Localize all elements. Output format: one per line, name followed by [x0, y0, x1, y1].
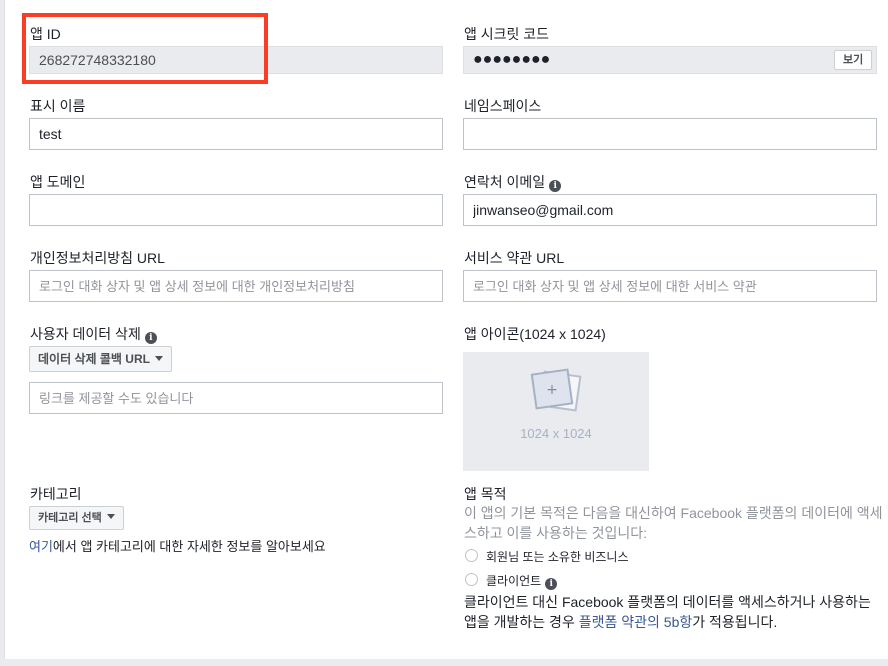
app-settings-panel: 앱 ID 268272748332180 앱 시크릿 코드 ●●●●●●●● 보… [4, 0, 888, 659]
info-icon[interactable]: i [545, 578, 558, 590]
app-secret-field: ●●●●●●●● [463, 46, 877, 74]
category-label: 카테고리 [30, 486, 82, 502]
app-icon-upload[interactable]: + 1024 x 1024 [463, 352, 649, 471]
contact-email-input[interactable] [463, 194, 877, 226]
namespace-input[interactable] [463, 118, 877, 150]
contact-email-label-text: 연락처 이메일 [464, 174, 546, 190]
app-icon-size-text: 1024 x 1024 [520, 426, 592, 441]
purpose-option-own-radio[interactable] [465, 549, 478, 562]
category-help: 여기에서 앱 카테고리에 대한 자세한 정보를 알아보세요 [29, 536, 326, 555]
data-deletion-input[interactable] [29, 382, 443, 414]
data-deletion-dropdown-label: 데이터 삭제 콜백 URL [38, 352, 150, 366]
app-purpose-description: 이 앱의 기본 목적은 다음을 대신하여 Facebook 플랫폼의 데이터에 … [464, 505, 883, 541]
app-id-label: 앱 ID [30, 26, 61, 42]
data-deletion-label: 사용자 데이터 삭제 i [30, 324, 157, 344]
data-deletion-dropdown[interactable]: 데이터 삭제 콜백 URL [29, 346, 172, 372]
info-icon[interactable]: i [549, 180, 562, 192]
app-secret-label: 앱 시크릿 코드 [464, 26, 550, 42]
data-deletion-label-text: 사용자 데이터 삭제 [30, 326, 141, 342]
category-dropdown-label: 카테고리 선택 [38, 512, 102, 524]
purpose-option-client-label: 클라이언트 [486, 574, 542, 588]
display-name-input[interactable] [29, 118, 443, 150]
purpose-option-client-radio[interactable] [465, 573, 478, 586]
platform-terms-link[interactable]: 플랫폼 약관의 5b항 [579, 614, 693, 630]
terms-url-input[interactable] [463, 270, 877, 302]
terms-url-label: 서비스 약관 URL [464, 250, 565, 266]
caret-down-icon [154, 356, 163, 361]
svg-text:+: + [546, 382, 558, 398]
privacy-url-label: 개인정보처리방침 URL [30, 250, 165, 266]
app-id-field[interactable]: 268272748332180 [29, 46, 443, 74]
privacy-url-input[interactable] [29, 270, 443, 302]
purpose-option-own-label: 회원님 또는 소유한 비즈니스 [486, 550, 629, 564]
namespace-label: 네임스페이스 [464, 98, 542, 114]
display-name-label: 표시 이름 [30, 98, 86, 114]
app-purpose-note-suffix: 가 적용됩니다. [692, 614, 778, 630]
contact-email-label: 연락처 이메일 i [464, 172, 562, 192]
category-help-text: 에서 앱 카테고리에 대한 자세한 정보를 알아보세요 [52, 539, 326, 554]
info-icon[interactable]: i [144, 332, 157, 344]
app-domain-label: 앱 도메인 [30, 174, 86, 190]
purpose-option-client: 클라이언트 i [486, 572, 558, 590]
app-domain-input[interactable] [29, 194, 443, 226]
app-purpose-label: 앱 목적 [464, 486, 507, 502]
app-purpose-note: 클라이언트 대신 Facebook 플랫폼의 데이터를 액세스하거나 사용하는 … [464, 592, 884, 632]
image-upload-icon: + [530, 368, 582, 412]
caret-down-icon [106, 514, 115, 519]
show-secret-button[interactable]: 보기 [834, 50, 873, 70]
app-icon-label: 앱 아이콘(1024 x 1024) [464, 326, 606, 342]
category-dropdown[interactable]: 카테고리 선택 [29, 506, 124, 530]
category-help-link[interactable]: 여기 [29, 539, 53, 554]
